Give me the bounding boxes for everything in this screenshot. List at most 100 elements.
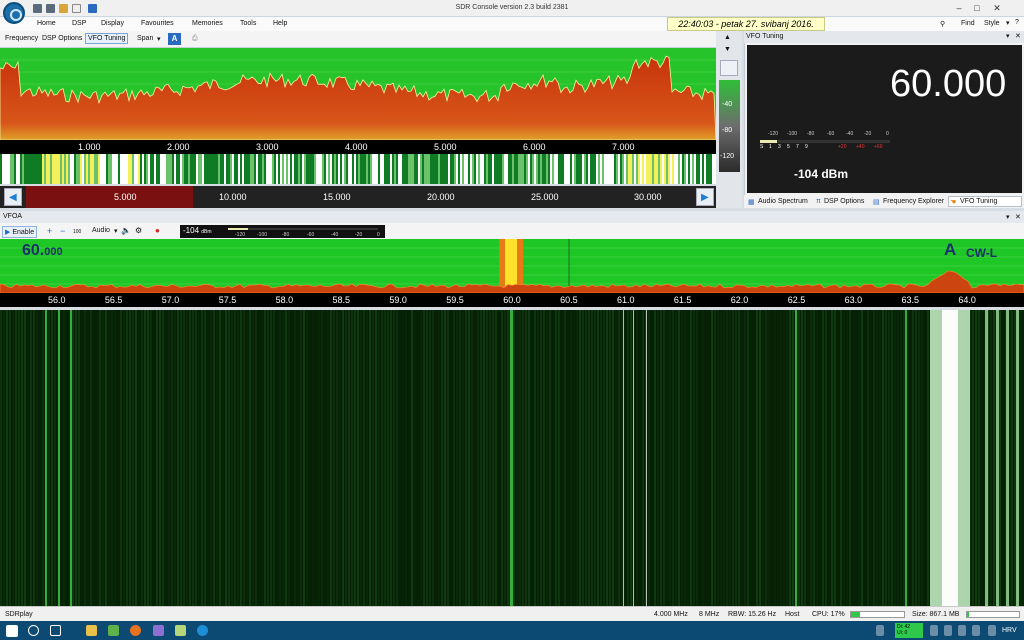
spectrum-display[interactable] (0, 48, 717, 141)
taskbar (0, 621, 1024, 640)
level-tick: -80 (722, 127, 733, 134)
tab-vfo-tuning[interactable]: VFO Tuning (85, 33, 129, 44)
help-icon[interactable]: ? (1015, 19, 1019, 26)
tab-dsp-options[interactable]: DSP Options (40, 34, 84, 43)
style-menu[interactable]: Style (984, 20, 1000, 27)
record-icon[interactable]: ● (155, 226, 160, 235)
pin-icon[interactable]: ▾ (1006, 32, 1010, 40)
vfo-signal-level: -104 dBm (794, 167, 849, 181)
chart-icon[interactable] (720, 60, 738, 76)
size-bar (966, 611, 1020, 618)
dbm-scale-tick: -40 (846, 131, 854, 137)
language-indicator[interactable]: HRV (1002, 627, 1017, 634)
minimize-icon[interactable]: – (952, 2, 966, 14)
tray-icon[interactable] (930, 625, 938, 636)
battery-icon[interactable] (972, 625, 980, 636)
app-icon[interactable] (108, 625, 119, 636)
menu-help[interactable]: Help (273, 20, 287, 27)
pin-icon[interactable]: ▾ (1006, 213, 1010, 221)
search-icon[interactable] (28, 625, 39, 636)
main-waterfall[interactable] (0, 310, 1024, 606)
menu-tools[interactable]: Tools (240, 20, 256, 27)
tab-frequency[interactable]: Frequency (3, 34, 40, 43)
vfoa-frequency-major: 60. (22, 242, 45, 259)
chevron-down-icon[interactable]: ▾ (1006, 19, 1010, 27)
s-scale-tick: +60 (874, 144, 883, 150)
level-tick: -120 (720, 153, 735, 160)
tab-audio-spectrum[interactable]: Audio Spectrum (758, 198, 808, 205)
vfo-frequency[interactable]: 60.000 (890, 63, 1006, 106)
menu-favourites[interactable]: Favourites (141, 20, 174, 27)
menu-dsp[interactable]: DSP (72, 20, 86, 27)
dbm-scale-tick: -60 (307, 232, 315, 238)
scroll-down-icon[interactable]: ▼ (724, 46, 731, 53)
find-button[interactable]: Find (961, 20, 975, 27)
demodulation-mode[interactable]: CW-L (966, 246, 997, 260)
task-view-icon[interactable] (50, 625, 61, 636)
vfoa-frequency-minor: 000 (44, 246, 63, 258)
overview-waterfall[interactable] (0, 154, 716, 184)
host-status: Host (785, 611, 800, 618)
audio-dropdown[interactable]: Audio (92, 227, 110, 234)
scroll-left-button[interactable]: ◀ (4, 188, 22, 206)
dbm-scale-tick: 0 (886, 131, 889, 137)
record-settings-icon[interactable]: ⚙ (135, 226, 142, 235)
app-logo-icon[interactable] (3, 2, 25, 24)
status-bar: SDRplay 4.000 MHz 8 MHz RBW: 15.26 Hz Ho… (0, 606, 1024, 621)
tab-dsp-options[interactable]: DSP Options (824, 198, 864, 205)
zoom-frequency-axis: 56.0 56.5 57.0 57.5 58.0 58.5 59.0 59.5 60.0 60.5… (0, 293, 1024, 307)
s-meter-fill (760, 140, 778, 143)
axis-tick-label: 58.0 (275, 295, 294, 305)
axis-tick-label: 7.000 (612, 142, 635, 152)
menu-home[interactable]: Home (37, 20, 56, 27)
close-icon[interactable]: ✕ (1015, 213, 1021, 221)
search-icon[interactable]: ⚲ (940, 20, 945, 28)
close-icon[interactable]: ✕ (1015, 32, 1021, 40)
volume-icon[interactable] (958, 625, 966, 636)
app-icon[interactable] (175, 625, 186, 636)
span-dropdown[interactable]: Span (135, 34, 155, 43)
speaker-icon[interactable]: 🔈 (121, 226, 131, 235)
scroll-right-button[interactable]: ▶ (696, 188, 714, 206)
vfo-a-button[interactable]: A (168, 33, 181, 45)
vfoa-frequency[interactable]: 60.000 (22, 242, 63, 260)
axis-tick-label: 63.5 (901, 295, 920, 305)
axis-tick-label: 20.000 (427, 192, 455, 202)
menu-display[interactable]: Display (101, 20, 124, 27)
hand-icon: ☚ (950, 199, 957, 206)
axis-tick-label: 59.5 (446, 295, 464, 305)
dbm-scale-tick: 0 (377, 232, 380, 238)
cpu-bar-fill (851, 612, 860, 617)
s-scale-tick: S (760, 144, 764, 150)
menu-memories[interactable]: Memories (192, 20, 223, 27)
dbm-scale-tick: -80 (807, 131, 815, 137)
windows-start-icon[interactable] (6, 625, 18, 637)
s-meter-track (760, 140, 890, 143)
dbm-scale-tick: -120 (235, 232, 246, 238)
axis-tick-label: 57.5 (218, 295, 237, 305)
firefox-icon[interactable] (130, 625, 141, 636)
close-icon[interactable]: ✕ (990, 2, 1004, 14)
network-meter: Di: 42 Ui: 0 (895, 623, 923, 638)
sdr-console-icon[interactable] (197, 625, 208, 636)
s-scale-tick: 3 (778, 144, 781, 150)
scroll-up-icon[interactable]: ▲ (724, 34, 731, 41)
print-icon[interactable]: ⎙ (190, 34, 200, 44)
notification-icon[interactable] (988, 625, 996, 636)
bandwidth: 8 MHz (699, 611, 720, 618)
tray-icon[interactable] (876, 625, 884, 636)
network-icon[interactable] (944, 625, 952, 636)
app-icon[interactable] (153, 625, 164, 636)
zoom-spectrum-display[interactable] (0, 239, 1024, 294)
vfo-letter: A (944, 240, 957, 259)
tab-frequency-explorer[interactable]: Frequency Explorer (883, 198, 944, 205)
tab-vfo-tuning[interactable]: VFO Tuning (960, 198, 997, 205)
maximize-icon[interactable]: □ (970, 2, 984, 14)
enable-button[interactable]: ▶ Enable (2, 226, 38, 238)
step-size[interactable]: 100 (73, 229, 81, 235)
axis-tick-label: 57.0 (161, 295, 180, 305)
axis-tick-label: 60.0 (503, 295, 521, 305)
minus-icon[interactable]: − (60, 226, 65, 236)
plus-icon[interactable]: + (47, 226, 52, 236)
file-explorer-icon[interactable] (86, 625, 97, 636)
